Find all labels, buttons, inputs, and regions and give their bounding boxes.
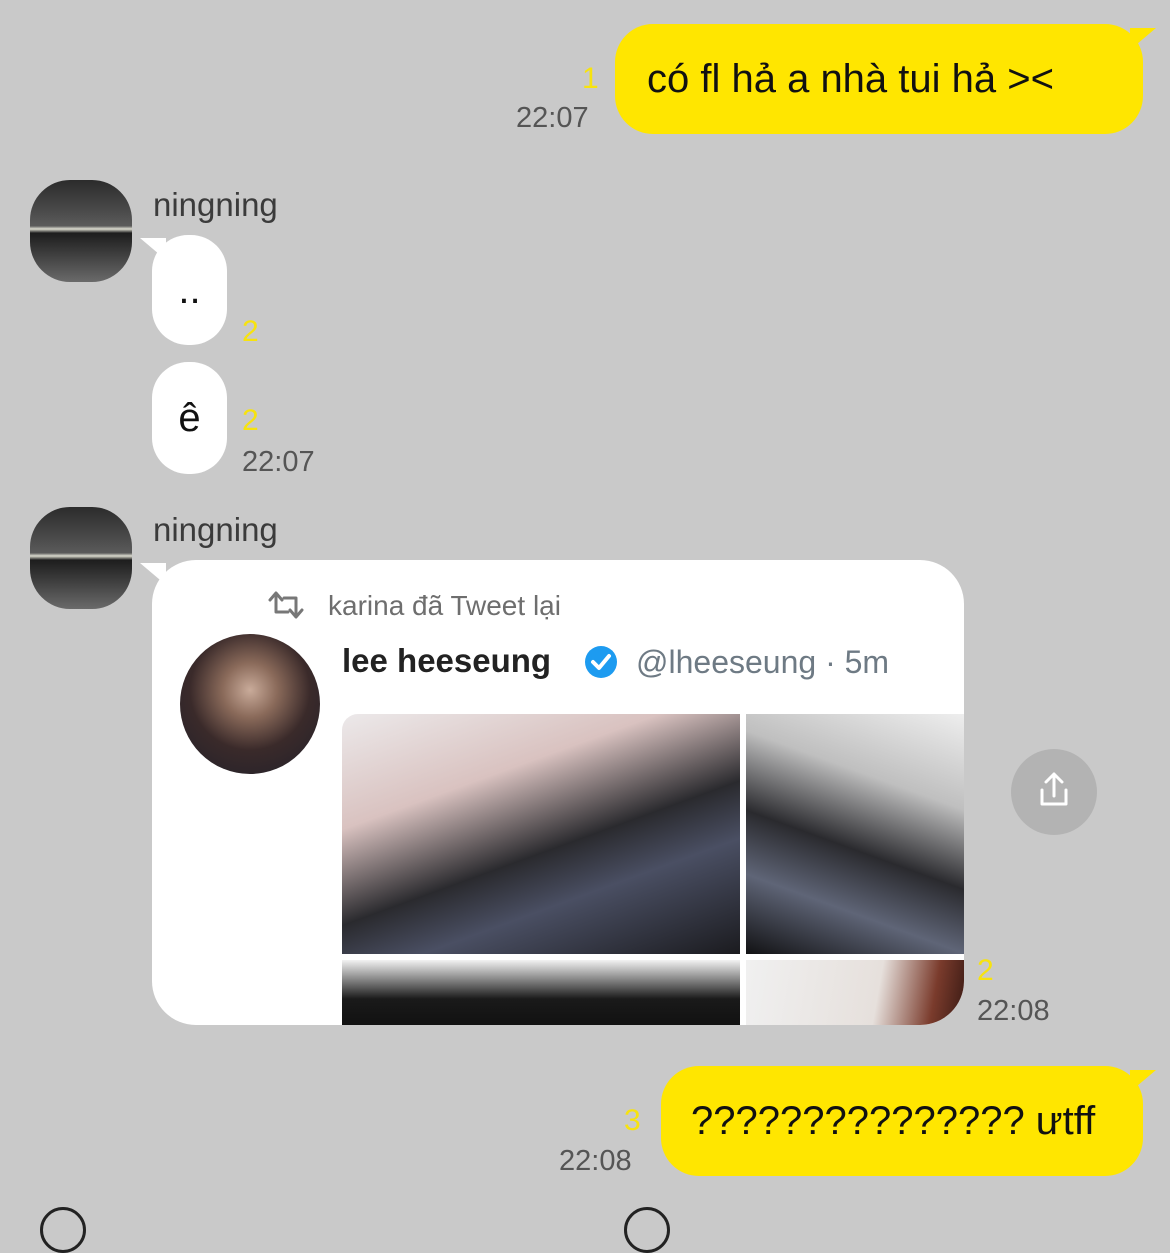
sender-name: ningning [153, 511, 278, 548]
message-time: 22:07 [516, 102, 589, 134]
tweet-media-grid[interactable] [342, 714, 964, 1025]
share-button[interactable] [1011, 749, 1097, 835]
tweet-photo[interactable] [746, 960, 964, 1025]
bubble-tail [1130, 28, 1156, 50]
next-message-avatar-edge [40, 1207, 86, 1253]
tweet-photo[interactable] [342, 960, 740, 1025]
sender-name: ningning [153, 186, 278, 223]
avatar[interactable] [30, 180, 132, 282]
unread-count: 2 [242, 404, 259, 437]
message-text: .. [178, 267, 201, 312]
unread-count: 1 [582, 62, 599, 95]
tweet-card[interactable]: karina đã Tweet lại lee heeseung @lheese… [152, 560, 964, 1025]
message-text: ê [178, 395, 201, 440]
bubble-tail [1130, 1070, 1156, 1092]
unread-count: 3 [624, 1104, 641, 1137]
avatar[interactable] [30, 507, 132, 609]
retweet-icon [264, 588, 308, 622]
tweet-photo[interactable] [342, 714, 740, 954]
tweet-author-avatar[interactable] [180, 634, 320, 774]
unread-count: 2 [242, 315, 259, 348]
tweet-handle-time: @lheeseung · 5m [636, 644, 890, 680]
incoming-message-bubble[interactable]: ê [152, 362, 227, 474]
tweet-photo[interactable] [746, 714, 964, 954]
tweet-author-name[interactable]: lee heeseung [342, 642, 551, 680]
verified-badge-icon [583, 644, 619, 680]
outgoing-message-bubble[interactable]: ??????????????? ưtff [661, 1066, 1143, 1176]
outgoing-message-bubble[interactable]: có fl hả a nhà tui hả >< [615, 24, 1143, 134]
bubble-tail [140, 238, 166, 260]
message-time: 22:08 [977, 995, 1050, 1027]
share-icon [1034, 770, 1074, 815]
message-time: 22:07 [242, 446, 315, 478]
retweet-label: karina đã Tweet lại [328, 590, 561, 621]
message-text: ??????????????? ưtff [691, 1098, 1096, 1143]
message-time: 22:08 [559, 1145, 632, 1177]
bubble-tail [140, 563, 166, 585]
next-message-avatar-edge [624, 1207, 670, 1253]
unread-count: 2 [977, 954, 994, 987]
message-text: có fl hả a nhà tui hả >< [647, 56, 1054, 101]
